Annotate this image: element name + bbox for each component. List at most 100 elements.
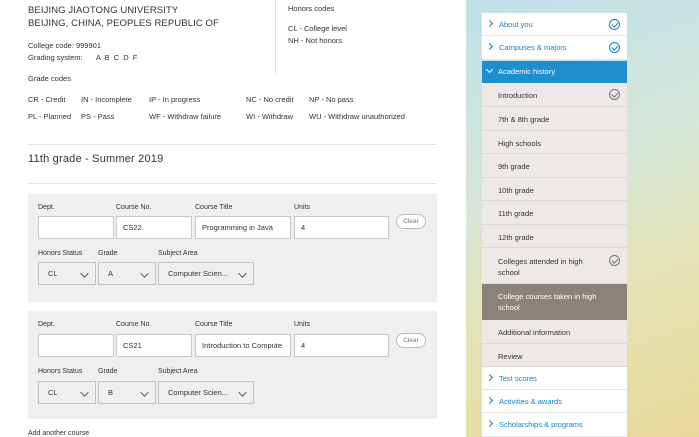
honors-codes: Honors codes CL - College level NH - Not…: [288, 3, 347, 47]
grading-system-label: Grading system:: [28, 53, 83, 62]
chevron-right-icon: [485, 396, 494, 405]
grading-system-value: A B C D F: [96, 53, 138, 62]
sidebar-item-11th-grade[interactable]: 11th grade: [482, 201, 627, 225]
chevron-right-icon: [485, 419, 494, 428]
sidebar-item-label: 9th grade: [498, 162, 530, 171]
add-course-link[interactable]: Add another course: [28, 430, 89, 437]
sidebar-item-label: College courses taken in high school: [498, 292, 597, 312]
sidebar-item-introduction[interactable]: Introduction: [482, 83, 627, 107]
sidebar-item-campuses-majors[interactable]: Campuses & majors: [482, 36, 627, 60]
honors-code-item: NH - Not honors: [288, 36, 343, 45]
sidebar-item-about-you[interactable]: About you: [482, 13, 627, 36]
dept-input[interactable]: [38, 216, 114, 239]
clear-button[interactable]: Clear: [396, 333, 426, 348]
sidebar-item-review[interactable]: Review: [482, 344, 627, 367]
sidebar-item-label: 10th grade: [498, 186, 534, 195]
grade-select[interactable]: A: [98, 262, 156, 285]
university-location: BEIJING, CHINA, PEOPLES REPUBLIC OF: [28, 18, 219, 29]
sidebar-item-label: High schools: [498, 139, 541, 148]
honors-status-value: CL: [48, 269, 58, 278]
units-label: Units: [294, 204, 310, 211]
course-no-label: Course No.: [116, 204, 152, 211]
course-no-label: Course No.: [116, 321, 152, 328]
grade-label: Grade: [98, 368, 118, 375]
sidebar-item-college-courses[interactable]: College courses taken in high school: [482, 284, 627, 320]
honors-status-label: Honors Status: [38, 368, 83, 375]
chevron-right-icon: [485, 42, 494, 51]
honors-codes-title: Honors codes: [288, 4, 335, 13]
sidebar-item-12th-grade[interactable]: 12th grade: [482, 225, 627, 248]
school-meta: College code: 999901 Grading system: A B …: [28, 40, 137, 64]
units-input[interactable]: 4: [294, 216, 389, 239]
school-info: BEIJING JIAOTONG UNIVERSITY BEIJING, CHI…: [28, 4, 219, 30]
divider: [28, 144, 437, 145]
course-title-input[interactable]: Introduction to Compute: [195, 334, 291, 357]
chevron-down-icon: [140, 269, 149, 278]
grade-value: B: [108, 388, 114, 397]
subject-area-select[interactable]: Computer Scien...: [158, 262, 254, 285]
section-title: 11th grade - Summer 2019: [28, 153, 164, 165]
check-circle-icon: [609, 42, 620, 53]
grade-code-item: WI - Withdraw: [246, 112, 294, 121]
units-input[interactable]: 4: [294, 334, 389, 357]
sidebar-item-7th-8th-grade[interactable]: 7th & 8th grade: [482, 107, 627, 131]
check-circle-icon: [609, 255, 620, 266]
course-card: Dept. Course No. Course Title Units CS21…: [28, 311, 437, 419]
honors-status-label: Honors Status: [38, 250, 83, 257]
units-label: Units: [294, 321, 310, 328]
chevron-right-icon: [485, 373, 494, 382]
grade-code-item: PL - Planned: [28, 112, 72, 121]
honors-status-select[interactable]: CL: [38, 381, 96, 404]
sidebar-item-10th-grade[interactable]: 10th grade: [482, 178, 627, 201]
course-title-label: Course Title: [195, 321, 233, 328]
chevron-down-icon: [238, 269, 247, 278]
sidebar-item-label: Additional information: [498, 328, 571, 337]
sidebar-item-academic-history[interactable]: Academic history: [482, 61, 627, 83]
subject-area-value: Computer Scien...: [168, 388, 229, 397]
course-no-input[interactable]: CS21: [116, 334, 192, 357]
sidebar-item-label: 7th & 8th grade: [498, 115, 550, 124]
honors-status-select[interactable]: CL: [38, 262, 96, 285]
check-circle-icon: [609, 19, 620, 30]
grade-code-item: WU - Withdraw unauthorized: [309, 112, 405, 121]
grade-value: A: [108, 269, 114, 278]
subject-area-label: Subject Area: [158, 250, 198, 257]
course-title-input[interactable]: Programming in Java: [195, 216, 291, 239]
check-circle-icon: [609, 89, 620, 100]
chevron-down-icon: [80, 388, 89, 397]
dept-input[interactable]: [38, 334, 114, 357]
university-name: BEIJING JIAOTONG UNIVERSITY: [28, 5, 179, 16]
grade-codes-title: Grade codes: [28, 74, 71, 83]
chevron-down-icon: [238, 388, 247, 397]
sidebar-item-9th-grade[interactable]: 9th grade: [482, 154, 627, 178]
honors-code-item: CL - College level: [288, 24, 347, 33]
grade-select[interactable]: B: [98, 381, 156, 404]
college-code-value: 999901: [75, 41, 101, 50]
sidebar-item-activities-awards[interactable]: Activities & awards: [482, 390, 627, 413]
sidebar-item-scholarships-programs[interactable]: Scholarships & programs: [482, 413, 627, 437]
sidebar-item-additional-information[interactable]: Additional information: [482, 320, 627, 344]
sidebar-item-label: Review: [498, 352, 523, 361]
clear-button[interactable]: Clear: [396, 214, 426, 229]
course-card: Dept. Course No. Course Title Units CS22…: [28, 194, 437, 302]
sidebar-item-high-schools[interactable]: High schools: [482, 131, 627, 154]
grade-code-item: NP - No pass: [309, 95, 354, 104]
grade-code-item: PS - Pass: [81, 112, 115, 121]
chevron-down-icon: [485, 65, 494, 74]
sidebar-nav: About you Campuses & majors Academic his…: [482, 13, 627, 437]
dept-label: Dept.: [38, 204, 55, 211]
grade-code-item: WF - Withdraw failure: [149, 112, 222, 121]
sidebar-item-label: Scholarships & programs: [499, 420, 583, 429]
subject-area-value: Computer Scien...: [168, 269, 229, 278]
honors-status-value: CL: [48, 388, 58, 397]
grade-code-item: CR - Credit: [28, 95, 66, 104]
divider: [275, 0, 276, 75]
chevron-right-icon: [485, 19, 494, 28]
course-title-label: Course Title: [195, 204, 233, 211]
sidebar-item-test-scores[interactable]: Test scores: [482, 367, 627, 390]
course-no-input[interactable]: CS22: [116, 216, 192, 239]
sidebar-item-colleges-attended[interactable]: Colleges attended in high school: [482, 248, 627, 284]
chevron-down-icon: [80, 269, 89, 278]
subject-area-select[interactable]: Computer Scien...: [158, 381, 254, 404]
grade-label: Grade: [98, 250, 118, 257]
